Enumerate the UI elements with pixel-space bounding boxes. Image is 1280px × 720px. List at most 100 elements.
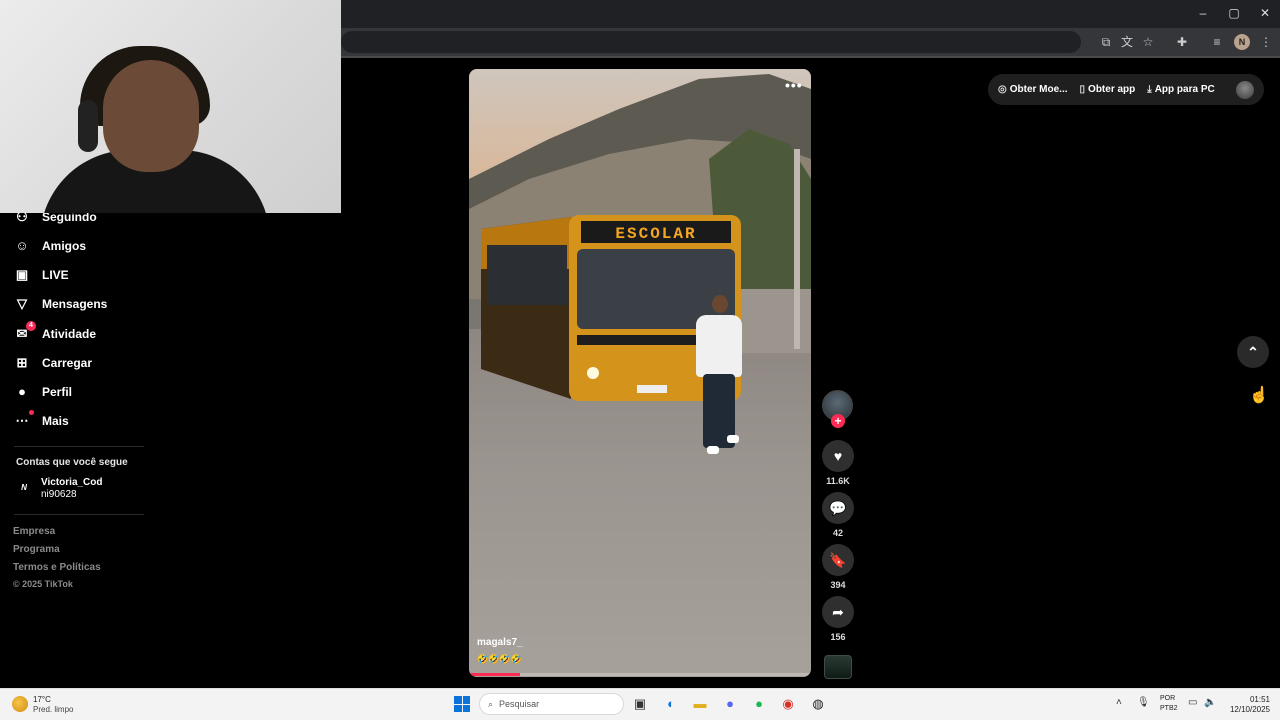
following-name[interactable]: Victoria_Cod xyxy=(41,477,103,489)
hand-cursor-icon: ☝ xyxy=(1249,387,1269,404)
video-author[interactable]: magals7_ xyxy=(477,637,523,648)
webcam-overlay xyxy=(0,0,341,213)
video-progress-fill xyxy=(469,673,521,676)
address-bar[interactable] xyxy=(341,31,1081,53)
video-progress-track[interactable] xyxy=(469,673,811,676)
video-caption: 🤣🤣🤣🤣 xyxy=(477,654,522,664)
search-icon: ⌕ xyxy=(488,698,494,709)
sidebar-item-label: Perfil xyxy=(42,385,73,399)
video-pole xyxy=(794,149,800,349)
sidebar-item-label: Mensagens xyxy=(42,297,108,311)
extensions-icon[interactable]: ✚ xyxy=(1173,34,1191,50)
volume-icon[interactable]: 🔈 xyxy=(1204,697,1216,708)
browser-menu-icon[interactable]: ⋮ xyxy=(1257,34,1275,50)
language-code[interactable]: POR xyxy=(1160,695,1175,702)
more-icon: ⋯ xyxy=(14,410,34,429)
sidebar-item-live[interactable]: ▣ LIVE xyxy=(14,263,69,287)
sidebar-divider xyxy=(14,446,144,447)
clock-date[interactable]: 12/10/2025 xyxy=(1226,705,1270,714)
sidebar-item-perfil[interactable]: ● Perfil xyxy=(14,380,72,404)
sidebar-item-atividade[interactable]: ✉ 4 Atividade xyxy=(14,321,97,346)
sidebar-item-label: Carregar xyxy=(42,356,93,370)
activity-badge: 4 xyxy=(26,321,36,331)
microphone-icon[interactable]: 🎙 xyxy=(1137,697,1150,708)
windows-start-button[interactable] xyxy=(454,696,470,712)
bus-destination-sign: ESCOLAR xyxy=(615,225,696,243)
like-count: 11.6K xyxy=(826,476,850,486)
phone-icon: ▯ xyxy=(1079,84,1086,95)
file-explorer-icon[interactable]: ▬ xyxy=(690,695,710,713)
sidebar-item-mais[interactable]: ⋯ Mais xyxy=(14,409,69,433)
pc-app-button[interactable]: ⤓ App para PC xyxy=(1147,84,1214,95)
following-subname[interactable]: ni90628 xyxy=(41,489,77,501)
footer-link-terms[interactable]: Termos e Políticas xyxy=(13,562,101,573)
keyboard-layout[interactable]: PTB2 xyxy=(1160,705,1178,712)
browser-profile-avatar[interactable]: N xyxy=(1234,34,1250,50)
sidebar-divider xyxy=(14,514,144,515)
share-count: 156 xyxy=(830,632,846,642)
install-icon[interactable]: ⧉ xyxy=(1097,34,1115,50)
user-avatar[interactable] xyxy=(1236,80,1254,99)
chrome-icon[interactable]: ◉ xyxy=(778,695,798,713)
follow-creator-button[interactable]: + xyxy=(831,414,845,428)
comment-button[interactable]: 💬 xyxy=(822,492,854,524)
share-button[interactable]: ➦ xyxy=(822,596,854,628)
music-disc-icon[interactable] xyxy=(824,655,852,679)
headphones xyxy=(78,100,98,152)
clock-time[interactable]: 01:51 xyxy=(1230,695,1270,704)
video-person-shoe xyxy=(727,435,739,443)
translate-icon[interactable]: 文 xyxy=(1118,34,1136,50)
weather-description[interactable]: Pred. limpo xyxy=(33,705,73,714)
star-icon[interactable]: ☆ xyxy=(1139,34,1157,50)
taskbar-search-placeholder: Pesquisar xyxy=(499,699,540,709)
friends-icon: ☺ xyxy=(15,238,29,253)
activity-icon: ✉ 4 xyxy=(14,321,36,342)
sidebar-item-amigos[interactable]: ☺ Amigos xyxy=(14,234,86,258)
task-view-icon[interactable]: ▣ xyxy=(630,695,650,713)
get-coins-label: Obter Moe... xyxy=(1009,84,1068,95)
minimize-button[interactable]: – xyxy=(1188,4,1218,22)
tray-chevron-icon[interactable]: ˄ xyxy=(1116,697,1122,708)
notification-dot xyxy=(29,410,34,415)
taskbar-search[interactable]: ⌕ Pesquisar xyxy=(479,693,624,715)
weather-temperature[interactable]: 17°C xyxy=(33,695,51,704)
save-count: 394 xyxy=(830,580,846,590)
edge-icon[interactable]: ◐ xyxy=(661,695,681,713)
video-more-button[interactable]: ••• xyxy=(785,77,803,93)
get-coins-button[interactable]: ◎ Obter Moe... xyxy=(998,84,1068,95)
like-button[interactable]: ♥ xyxy=(822,440,854,472)
messages-icon: ▽ xyxy=(17,296,27,311)
close-window-button[interactable]: ✕ xyxy=(1250,4,1280,22)
sidebar-item-label: LIVE xyxy=(42,268,69,282)
network-icon[interactable]: ▭ xyxy=(1188,697,1197,708)
copyright: © 2025 TikTok xyxy=(13,579,73,589)
sidebar-item-mensagens[interactable]: ▽ Mensagens xyxy=(14,292,107,316)
spotify-icon[interactable]: ● xyxy=(749,695,769,713)
footer-link-program[interactable]: Programa xyxy=(13,544,60,555)
obs-icon[interactable]: ◍ xyxy=(808,695,828,713)
media-icon[interactable]: ≡ xyxy=(1208,34,1226,50)
sidebar-item-carregar[interactable]: ⊞ Carregar xyxy=(14,351,92,375)
following-section-title: Contas que você segue xyxy=(16,457,128,468)
discord-icon[interactable]: ● xyxy=(720,695,740,713)
live-icon: ▣ xyxy=(15,267,29,282)
get-app-label: Obter app xyxy=(1088,84,1136,95)
maximize-button[interactable]: ▢ xyxy=(1219,4,1249,22)
sidebar-item-label: Amigos xyxy=(42,239,87,253)
get-app-button[interactable]: ▯ Obter app xyxy=(1080,84,1136,95)
footer-link-company[interactable]: Empresa xyxy=(13,526,55,537)
following-avatar[interactable]: N xyxy=(16,480,32,496)
video-person-shoe xyxy=(707,446,719,454)
save-button[interactable]: 🔖 xyxy=(822,544,854,576)
streamer-face xyxy=(103,60,199,172)
profile-icon: ● xyxy=(18,384,26,399)
top-actions-bar: ◎ Obter Moe... ▯ Obter app ⤓ App para PC xyxy=(988,74,1264,105)
video-player[interactable]: ESCOLAR ••• magals7_ 🤣🤣🤣🤣 xyxy=(469,69,811,677)
download-icon: ⤓ xyxy=(1147,84,1152,95)
weather-icon[interactable] xyxy=(12,696,28,712)
comment-count: 42 xyxy=(832,528,843,538)
sidebar-item-label: Atividade xyxy=(42,327,97,341)
video-person-head xyxy=(712,295,728,313)
sidebar-item-label: Mais xyxy=(42,414,69,428)
previous-video-button[interactable]: ⌃ xyxy=(1237,336,1269,368)
